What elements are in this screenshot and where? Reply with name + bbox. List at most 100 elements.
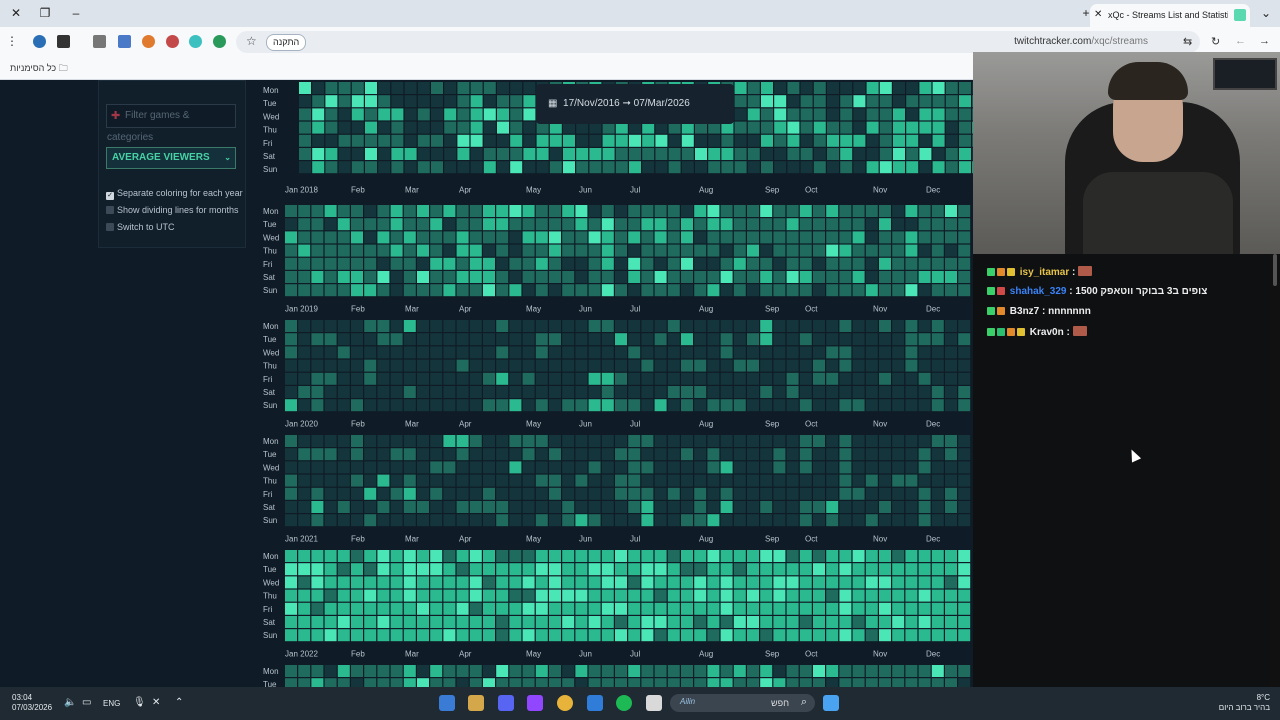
heatmap-cell[interactable] [694,678,707,687]
heatmap-cell[interactable] [892,320,905,332]
heatmap-cell[interactable] [431,121,443,134]
heatmap-cell[interactable] [457,108,470,121]
heatmap-cell[interactable] [958,372,971,385]
heatmap-cell[interactable] [931,333,944,346]
heatmap-cell[interactable] [391,121,404,134]
heatmap-cell[interactable] [562,576,575,589]
heatmap-cell[interactable] [351,487,363,500]
heatmap-cell[interactable] [958,205,971,217]
heatmap-cell[interactable] [958,399,971,412]
heatmap-cell[interactable] [865,435,878,447]
heatmap-cell[interactable] [629,134,641,147]
heatmap-cell[interactable] [337,346,350,359]
heatmap-cell[interactable] [469,576,482,589]
heatmap-cell[interactable] [562,629,575,642]
heatmap-cell[interactable] [601,448,614,461]
heatmap-cell[interactable] [800,161,813,174]
heatmap-cell[interactable] [786,372,799,385]
heatmap-cell[interactable] [285,563,297,576]
heatmap-cell[interactable] [298,563,311,576]
heatmap-cell[interactable] [496,231,509,244]
heatmap-cell[interactable] [312,148,325,160]
heatmap-cell[interactable] [839,665,852,677]
heatmap-cell[interactable] [483,218,495,231]
heatmap-cell[interactable] [404,148,417,160]
heatmap-cell[interactable] [826,346,839,359]
heatmap-cell[interactable] [667,602,680,615]
heatmap-cell[interactable] [773,665,786,677]
heatmap-cell[interactable] [840,121,853,134]
heatmap-cell[interactable] [311,550,324,562]
heatmap-cell[interactable] [945,616,957,628]
heatmap-cell[interactable] [299,148,311,160]
heatmap-cell[interactable] [417,602,429,615]
heatmap-cell[interactable] [681,602,693,615]
heatmap-cell[interactable] [417,514,429,527]
heatmap-cell[interactable] [958,501,971,513]
heatmap-cell[interactable] [417,386,429,398]
heatmap-cell[interactable] [456,461,469,474]
heatmap-cell[interactable] [813,461,825,474]
heatmap-cell[interactable] [852,231,865,244]
heatmap-cell[interactable] [364,346,377,359]
heatmap-cell[interactable] [298,231,311,244]
heatmap-cell[interactable] [364,448,377,461]
heatmap-cell[interactable] [456,514,469,527]
heatmap-cell[interactable] [918,514,931,527]
heatmap-cell[interactable] [575,372,588,385]
heatmap-cell[interactable] [681,589,693,602]
heatmap-cell[interactable] [337,205,350,217]
heatmap-cell[interactable] [734,161,747,174]
heatmap-cell[interactable] [773,629,786,642]
heatmap-cell[interactable] [852,320,865,332]
heatmap-cell[interactable] [879,271,891,283]
heatmap-cell[interactable] [483,576,495,589]
heatmap-cell[interactable] [324,205,337,217]
heatmap-cell[interactable] [430,589,443,602]
heatmap-cell[interactable] [681,550,693,562]
heatmap-cell[interactable] [456,257,469,270]
heatmap-cell[interactable] [417,550,429,562]
heatmap-cell[interactable] [403,399,416,412]
heatmap-cell[interactable] [654,257,667,270]
heatmap-cell[interactable] [615,372,627,385]
heatmap-cell[interactable] [826,218,839,231]
heatmap-cell[interactable] [799,231,812,244]
heatmap-cell[interactable] [377,616,390,628]
heatmap-cell[interactable] [879,448,891,461]
heatmap-cell[interactable] [774,108,787,121]
heatmap-cell[interactable] [549,678,561,687]
heatmap-cell[interactable] [681,576,693,589]
heatmap-cell[interactable] [364,616,377,628]
heatmap-cell[interactable] [575,218,588,231]
heatmap-cell[interactable] [958,271,971,283]
heatmap-cell[interactable] [852,487,865,500]
heatmap-cell[interactable] [958,563,971,576]
heatmap-cell[interactable] [786,487,799,500]
heatmap-cell[interactable] [509,461,522,474]
heatmap-cell[interactable] [918,678,931,687]
heatmap-cell[interactable] [615,576,627,589]
heatmap-cell[interactable] [456,589,469,602]
heatmap-cell[interactable] [826,563,839,576]
heatmap-cell[interactable] [443,514,456,527]
heatmap-cell[interactable] [654,346,667,359]
heatmap-cell[interactable] [747,602,759,615]
heatmap-cell[interactable] [747,205,759,217]
heatmap-cell[interactable] [892,629,905,642]
heatmap-cell[interactable] [813,474,825,487]
heatmap-cell[interactable] [918,205,931,217]
heatmap-cell[interactable] [773,487,786,500]
heatmap-cell[interactable] [431,161,443,174]
heatmap-cell[interactable] [298,333,311,346]
extension-orange-icon[interactable] [142,35,155,48]
heatmap-cell[interactable] [285,616,297,628]
heatmap-cell[interactable] [959,82,971,94]
heatmap-cell[interactable] [694,602,707,615]
heatmap-cell[interactable] [575,244,588,257]
heatmap-cell[interactable] [879,629,891,642]
heatmap-cell[interactable] [799,271,812,283]
heatmap-cell[interactable] [681,231,693,244]
heatmap-cell[interactable] [865,448,878,461]
heatmap-cell[interactable] [865,629,878,642]
